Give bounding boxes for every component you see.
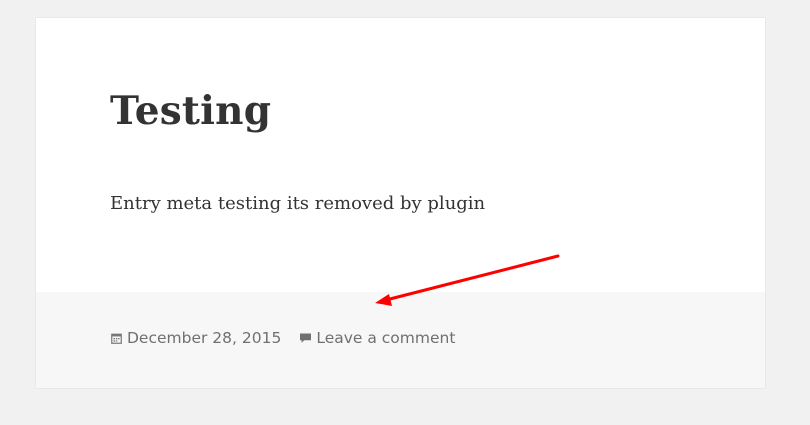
post-title: Testing [110,88,272,134]
post-content: Entry meta testing its removed by plugin [110,190,725,219]
post-card: Testing Entry meta testing its removed b… [36,18,765,388]
comment-bubble-icon [299,332,312,345]
post-content-text: Entry meta testing its removed by plugin [110,193,486,214]
entry-header: Testing [110,88,725,135]
calendar-icon [110,332,123,345]
leave-comment-link[interactable]: Leave a comment [299,329,455,347]
post-date-text: December 28, 2015 [127,329,282,347]
entry-footer: December 28, 2015 Leave a comment [36,292,765,388]
leave-comment-text: Leave a comment [316,329,456,347]
entry-meta: December 28, 2015 Leave a comment [110,329,455,347]
post-date-link[interactable]: December 28, 2015 [110,329,281,347]
